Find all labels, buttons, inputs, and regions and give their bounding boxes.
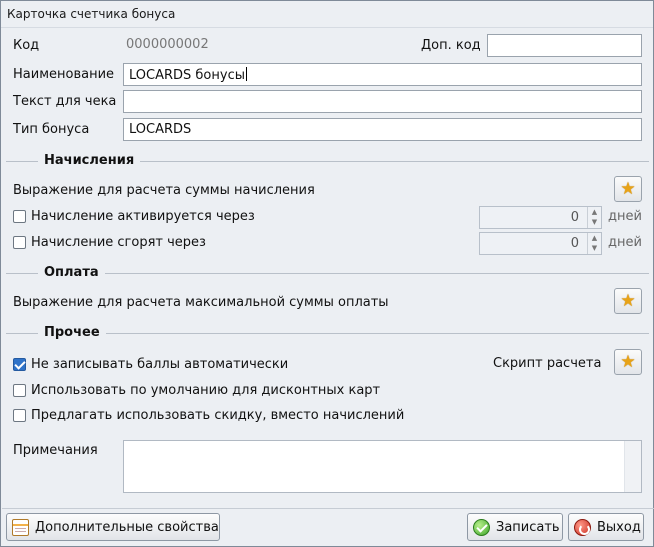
offer-discount-checkbox[interactable] bbox=[13, 409, 26, 422]
expire-after-unit: дней bbox=[608, 235, 642, 250]
calc-script-label: Скрипт расчета bbox=[493, 356, 602, 371]
activate-after-label: Начисление активируется через bbox=[31, 209, 255, 224]
bonus-type-label: Тип бонуса bbox=[13, 122, 90, 137]
save-label: Записать bbox=[496, 519, 560, 535]
name-input[interactable]: LOCARDS бонусы bbox=[123, 63, 642, 86]
window-title: Карточка счетчика бонуса bbox=[1, 1, 653, 28]
expire-after-days-value: 0 bbox=[570, 236, 579, 251]
accruals-section-title: Начисления bbox=[38, 153, 141, 168]
text-cursor bbox=[245, 67, 247, 81]
extra-properties-button[interactable]: Дополнительные свойства bbox=[6, 513, 220, 541]
save-button[interactable]: Записать bbox=[467, 513, 563, 541]
bonus-counter-card-window: Карточка счетчика бонуса Код 0000000002 … bbox=[0, 0, 654, 547]
payment-expression-label: Выражение для расчета максимальной суммы… bbox=[13, 295, 389, 310]
check-circle-icon bbox=[473, 518, 490, 536]
activate-after-days-value: 0 bbox=[570, 210, 579, 225]
other-section-title: Прочее bbox=[38, 325, 106, 340]
footer-divider bbox=[2, 508, 654, 509]
no-auto-points-checkbox[interactable] bbox=[13, 358, 26, 371]
code-value: 0000000002 bbox=[126, 37, 209, 52]
star-icon: ★ bbox=[620, 178, 636, 199]
activate-after-checkbox[interactable] bbox=[13, 210, 26, 223]
name-value: LOCARDS бонусы bbox=[129, 68, 245, 83]
spin-down-icon[interactable]: ▼ bbox=[588, 243, 601, 253]
calc-script-button[interactable]: ★ bbox=[614, 349, 642, 375]
extra-code-label: Доп. код bbox=[421, 38, 481, 53]
activate-after-unit: дней bbox=[608, 209, 642, 224]
notes-textarea[interactable] bbox=[123, 440, 642, 493]
notes-scrollbar[interactable] bbox=[624, 441, 641, 492]
activate-after-days-spinner[interactable]: 0 ▲ ▼ bbox=[479, 206, 602, 229]
accrual-expression-label: Выражение для расчета суммы начисления bbox=[13, 183, 315, 198]
star-icon: ★ bbox=[620, 351, 636, 372]
star-icon: ★ bbox=[620, 290, 636, 311]
accrual-expression-button[interactable]: ★ bbox=[614, 176, 642, 202]
expire-after-label: Начисление сгорят через bbox=[31, 235, 206, 250]
spin-up-icon[interactable]: ▲ bbox=[588, 233, 601, 243]
offer-discount-label: Предлагать использовать скидку, вместо н… bbox=[31, 408, 405, 423]
expire-after-checkbox[interactable] bbox=[13, 236, 26, 249]
properties-icon bbox=[12, 518, 29, 536]
exit-button[interactable]: Выход bbox=[568, 513, 644, 541]
expire-after-days-spinner[interactable]: 0 ▲ ▼ bbox=[479, 232, 602, 255]
default-discount-cards-checkbox[interactable] bbox=[13, 384, 26, 397]
code-label: Код bbox=[13, 38, 40, 53]
power-icon bbox=[574, 518, 591, 536]
payment-expression-button[interactable]: ★ bbox=[614, 288, 642, 314]
bonus-type-input[interactable]: LOCARDS bbox=[123, 118, 642, 141]
spinner-arrows: ▲ ▼ bbox=[587, 207, 601, 228]
receipt-text-input[interactable] bbox=[123, 90, 642, 113]
spin-up-icon[interactable]: ▲ bbox=[588, 207, 601, 217]
exit-label: Выход bbox=[597, 519, 641, 535]
receipt-text-label: Текст для чека bbox=[13, 94, 117, 109]
name-label: Наименование bbox=[13, 67, 115, 82]
extra-code-input[interactable] bbox=[487, 34, 642, 57]
spin-down-icon[interactable]: ▼ bbox=[588, 217, 601, 227]
notes-label: Примечания bbox=[13, 443, 98, 458]
extra-properties-label: Дополнительные свойства bbox=[35, 519, 219, 535]
no-auto-points-label: Не записывать баллы автоматически bbox=[31, 357, 289, 372]
spinner-arrows: ▲ ▼ bbox=[587, 233, 601, 254]
default-discount-cards-label: Использовать по умолчанию для дисконтных… bbox=[31, 383, 381, 398]
payment-section-title: Оплата bbox=[38, 265, 105, 280]
